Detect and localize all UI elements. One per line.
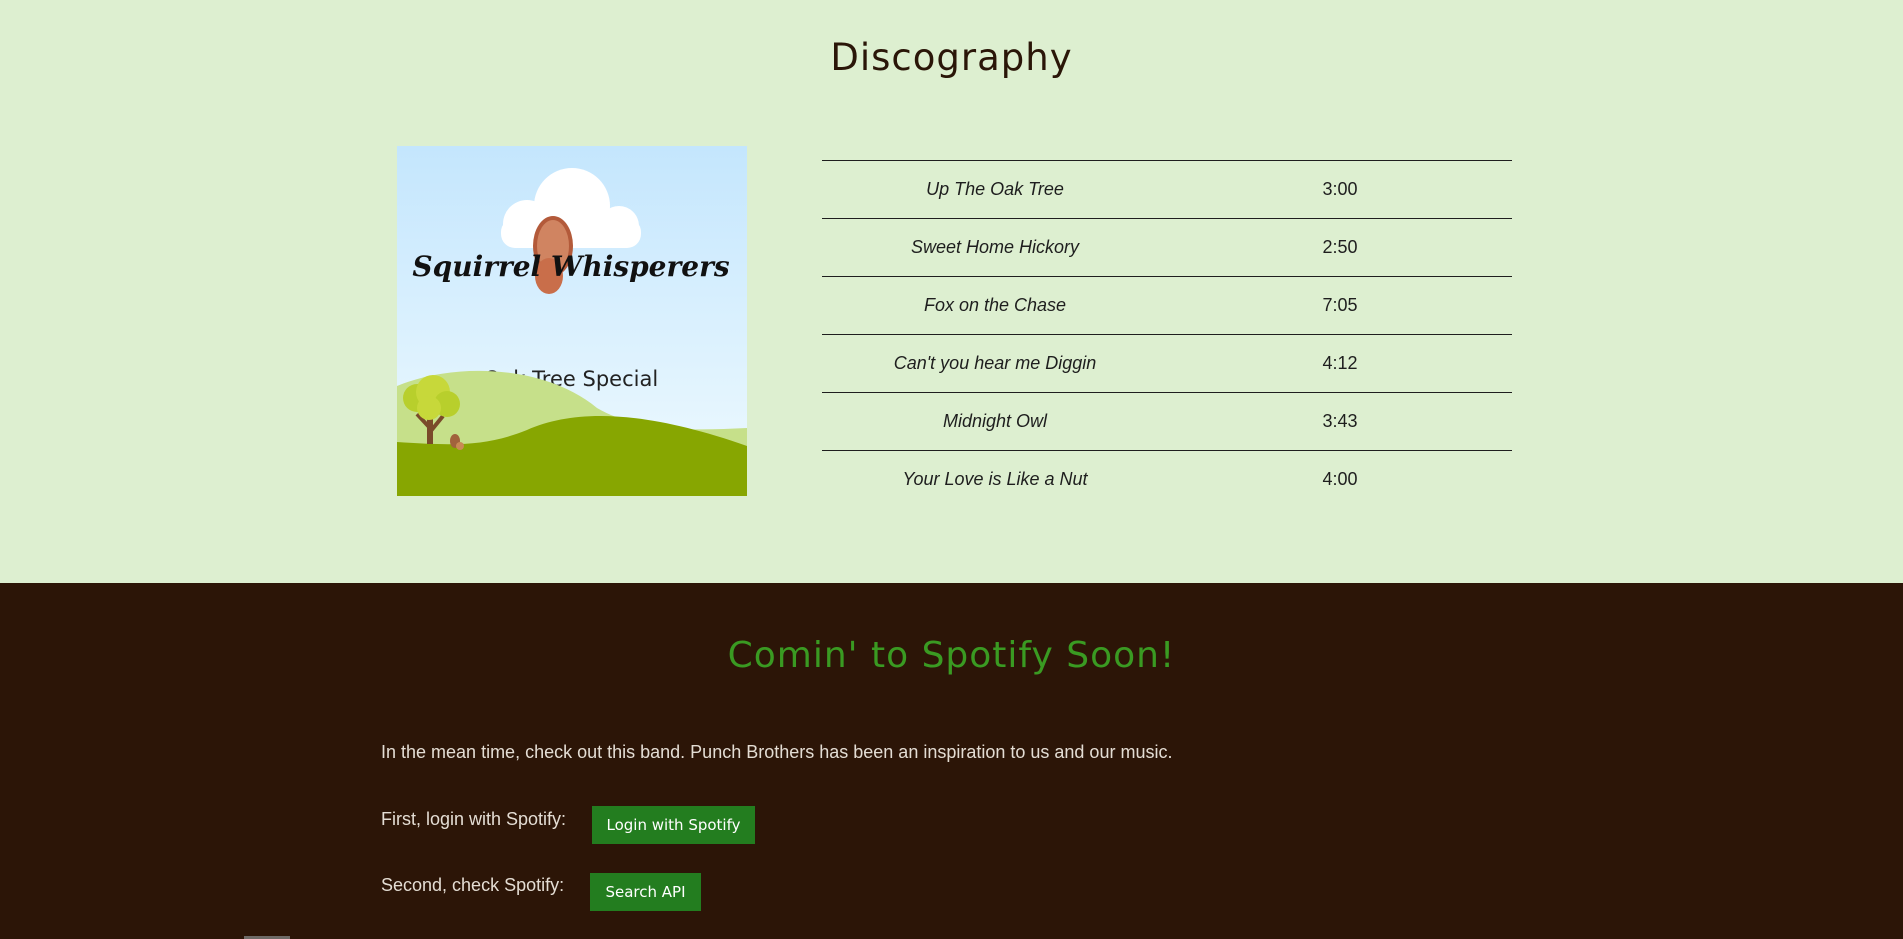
track-name: Midnight Owl <box>942 411 1048 431</box>
login-with-spotify-button[interactable]: Login with Spotify <box>592 806 755 844</box>
table-row: Your Love is Like a Nut 4:00 <box>822 450 1512 509</box>
table-row: Can't you hear me Diggin 4:12 <box>822 334 1512 393</box>
discography-title: Discography <box>830 36 1073 79</box>
track-name: Fox on the Chase <box>923 295 1067 315</box>
discography-section: Discography Squirrel Whisperers Oak Tree… <box>0 0 1903 583</box>
track-duration: 4:12 <box>1322 353 1358 373</box>
band-name-logo: Squirrel Whisperers <box>412 250 729 283</box>
album-cover: Squirrel Whisperers Oak Tree Special <box>397 146 747 496</box>
track-duration: 3:00 <box>1322 179 1358 199</box>
track-duration: 4:00 <box>1322 469 1358 490</box>
table-row: Up The Oak Tree 3:00 <box>822 160 1512 219</box>
table-row: Midnight Owl 3:43 <box>822 392 1512 451</box>
track-name: Up The Oak Tree <box>926 179 1064 199</box>
spotify-title: Comin' to Spotify Soon! <box>727 635 1176 676</box>
spotify-section: Comin' to Spotify Soon! In the mean time… <box>0 583 1903 939</box>
login-label: First, login with Spotify: <box>381 809 567 829</box>
track-duration: 2:50 <box>1322 237 1358 257</box>
table-row: Sweet Home Hickory 2:50 <box>822 218 1512 277</box>
track-name: Can't you hear me Diggin <box>893 353 1097 373</box>
track-name: Sweet Home Hickory <box>910 237 1080 257</box>
tracklist-table: Up The Oak Tree 3:00 Sweet Home Hickory … <box>822 160 1512 509</box>
track-name: Your Love is Like a Nut <box>902 469 1088 490</box>
search-label: Second, check Spotify: <box>381 875 565 895</box>
track-duration: 3:43 <box>1322 411 1358 431</box>
track-duration: 7:05 <box>1322 295 1358 315</box>
table-row: Fox on the Chase 7:05 <box>822 276 1512 335</box>
spotify-intro-text: In the mean time, check out this band. P… <box>381 742 1173 762</box>
search-api-button[interactable]: Search API <box>590 873 701 911</box>
